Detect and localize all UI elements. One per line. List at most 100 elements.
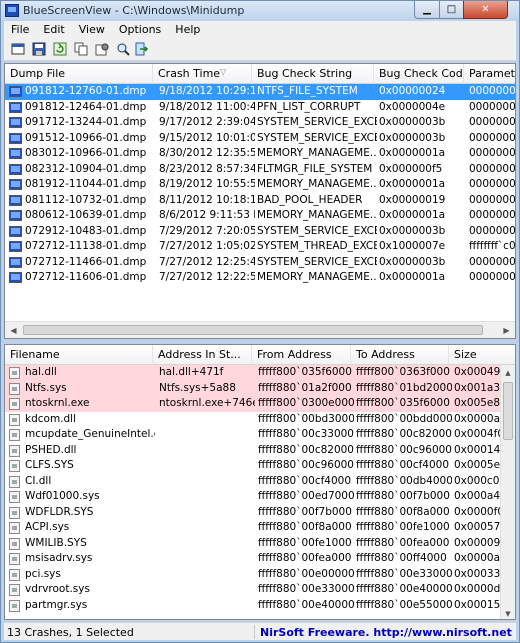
minimize-button[interactable]: ▁ — [414, 1, 440, 19]
col-bug-check-string[interactable]: Bug Check String — [252, 64, 374, 84]
driver-list[interactable]: Filename Address In St... From Address T… — [4, 344, 516, 620]
crash-count-status: 13 Crashes, 1 Selected — [7, 626, 134, 639]
dump-file-cell: 082312-10904-01.dmp — [25, 162, 147, 175]
driver-row[interactable]: pci.sys fffff880`00e00000 fffff880`00e3300… — [5, 567, 515, 583]
size-cell: 0x00049000 — [454, 366, 502, 378]
crash-row[interactable]: 091812-12464-01.dmp 9/18/2012 11:00:45...… — [5, 100, 515, 116]
find-button[interactable] — [115, 41, 131, 57]
crash-list-hscroll[interactable]: ◀ ▶ — [5, 321, 515, 338]
menu-options[interactable]: Options — [112, 23, 168, 36]
col-size[interactable]: Size — [449, 345, 501, 365]
bug-check-string-cell: MEMORY_MANAGEME... — [257, 209, 377, 221]
crash-time-cell: 8/6/2012 9:11:53 PM — [159, 209, 255, 221]
filename-cell: vdrvroot.sys — [25, 583, 90, 595]
driver-list-vscroll[interactable]: ▲ ▼ — [500, 365, 515, 619]
col-from-address[interactable]: From Address — [252, 345, 351, 365]
driver-row[interactable]: kdcom.dll fffff800`00bd3000 fffff800`00bdd… — [5, 412, 515, 428]
driver-list-vscroll-thumb[interactable] — [503, 382, 513, 440]
crash-rows: 091812-12760-01.dmp 9/18/2012 10:29:11...… — [5, 84, 515, 286]
crash-row[interactable]: 091712-13244-01.dmp 9/17/2012 2:39:04 ...… — [5, 115, 515, 131]
address-in-stack-cell — [159, 567, 255, 583]
crash-row[interactable]: 083012-10966-01.dmp 8/30/2012 12:35:51...… — [5, 146, 515, 162]
scroll-left-icon[interactable]: ◀ — [5, 322, 22, 338]
crash-list-hscroll-thumb[interactable] — [23, 325, 483, 335]
driver-row[interactable]: Wdf01000.sys fffff880`00ed7000 fffff880`00… — [5, 489, 515, 505]
crash-row[interactable]: 081912-11044-01.dmp 8/19/2012 10:55:59...… — [5, 177, 515, 193]
driver-file-icon — [9, 506, 20, 519]
menu-edit[interactable]: Edit — [36, 23, 71, 36]
crash-row[interactable]: 072712-11466-01.dmp 7/27/2012 12:25:49...… — [5, 255, 515, 271]
driver-row[interactable]: vdrvroot.sys fffff880`00e33000 fffff880`00… — [5, 582, 515, 598]
crash-row[interactable]: 072912-10483-01.dmp 7/29/2012 7:20:05 ...… — [5, 224, 515, 240]
crash-time-cell: 7/27/2012 12:25:49... — [159, 255, 255, 268]
properties-button[interactable] — [10, 41, 26, 57]
crash-list[interactable]: Dump File Crash Time ▽ Bug Check String … — [4, 63, 516, 339]
crash-row[interactable]: 091512-10966-01.dmp 9/15/2012 10:01:08...… — [5, 131, 515, 147]
col-dump-file[interactable]: Dump File — [5, 64, 153, 84]
driver-row[interactable]: mcupdate_GenuineIntel.dll fffff880`00c330… — [5, 427, 515, 443]
scroll-down-icon[interactable]: ▼ — [501, 606, 515, 619]
menu-view[interactable]: View — [72, 23, 112, 36]
to-address-cell: fffff880`00c96000 — [356, 443, 452, 456]
refresh-button[interactable] — [52, 41, 68, 57]
options-button[interactable] — [94, 41, 110, 57]
crash-row[interactable]: 072712-11138-01.dmp 7/27/2012 1:05:02 ...… — [5, 239, 515, 255]
dump-file-icon — [9, 86, 22, 97]
nirsoft-link[interactable]: NirSoft Freeware. http://www.nirsoft.net — [260, 626, 512, 639]
filename-cell: hal.dll — [25, 366, 57, 378]
options-icon — [95, 43, 109, 56]
app-window: BlueScreenView - C:\Windows\Minidump ▁ □… — [0, 0, 520, 643]
col-address-in-stack[interactable]: Address In St... — [153, 345, 252, 365]
col-bug-check-code[interactable]: Bug Check Code — [374, 64, 464, 84]
driver-row[interactable]: CI.dll fffff880`00cf4000 fffff880`00db4000… — [5, 474, 515, 490]
size-cell: 0x00014000 — [454, 443, 502, 456]
col-crash-time[interactable]: Crash Time — [153, 64, 252, 84]
driver-row[interactable]: hal.dll hal.dll+471f fffff800`035f6000 ffff… — [5, 365, 515, 381]
menu-file[interactable]: File — [4, 23, 36, 36]
driver-row[interactable]: CLFS.SYS fffff880`00c96000 fffff880`00cf40… — [5, 458, 515, 474]
copy-button[interactable] — [73, 41, 89, 57]
size-cell: 0x0000a000 — [454, 412, 502, 425]
col-to-address[interactable]: To Address — [351, 345, 449, 365]
scroll-right-icon[interactable]: ▶ — [498, 322, 515, 338]
to-address-cell: fffff800`035f6000 — [356, 397, 450, 409]
address-in-stack-cell — [159, 427, 255, 443]
crash-row[interactable]: 081112-10732-01.dmp 8/11/2012 10:18:10...… — [5, 193, 515, 209]
save-button[interactable] — [31, 41, 47, 57]
driver-file-icon — [9, 522, 20, 534]
crash-time-cell: 9/17/2012 2:39:04 ... — [159, 116, 255, 128]
scroll-up-icon[interactable]: ▲ — [501, 365, 515, 380]
size-cell: 0x0005e000 — [454, 459, 502, 471]
filename-cell: CI.dll — [25, 474, 52, 487]
driver-row[interactable]: msisadrv.sys fffff880`00fea000 fffff880`00… — [5, 551, 515, 567]
driver-row[interactable]: WMILIB.SYS fffff880`00fe1000 fffff880`00fe… — [5, 536, 515, 552]
close-button[interactable]: ✕ — [463, 1, 508, 19]
exit-button[interactable] — [133, 41, 149, 57]
col-filename[interactable]: Filename — [5, 345, 153, 365]
properties-icon — [11, 43, 25, 55]
maximize-button[interactable]: □ — [439, 1, 464, 19]
driver-row[interactable]: WDFLDR.SYS fffff880`00f7b000 fffff880`00f8… — [5, 505, 515, 521]
crash-time-cell: 8/30/2012 12:35:51... — [159, 147, 255, 159]
bug-check-string-cell: MEMORY_MANAGEME... — [257, 271, 377, 283]
menu-help[interactable]: Help — [168, 23, 207, 36]
driver-row[interactable]: ACPI.sys fffff880`00f8a000 fffff880`00fe10… — [5, 520, 515, 536]
crash-time-cell: 7/27/2012 1:05:02 ... — [159, 240, 255, 252]
status-bar: 13 Crashes, 1 Selected NirSoft Freeware.… — [4, 622, 516, 640]
driver-row[interactable]: partmgr.sys fffff880`00e40000 fffff880`00e… — [5, 598, 515, 614]
driver-row[interactable]: ntoskrnl.exe ntoskrnl.exe+746e6 fffff800`0… — [5, 396, 515, 412]
parameter-cell: 00000000`0 — [469, 100, 516, 113]
crash-time-cell: 9/15/2012 10:01:08... — [159, 131, 255, 144]
title-bar[interactable]: BlueScreenView - C:\Windows\Minidump ▁ □… — [1, 1, 519, 21]
driver-row[interactable]: Ntfs.sys Ntfs.sys+5a88 fffff880`01a2f000 ff… — [5, 380, 515, 396]
dump-file-icon — [9, 225, 22, 237]
crash-row[interactable]: 091812-12760-01.dmp 9/18/2012 10:29:11...… — [5, 84, 515, 100]
parameter-cell: 00000000`c — [469, 131, 516, 144]
to-address-cell: fffff880`00db4000 — [356, 474, 452, 487]
crash-row[interactable]: 082312-10904-01.dmp 8/23/2012 8:57:34 ...… — [5, 162, 515, 178]
crash-row[interactable]: 072712-11606-01.dmp 7/27/2012 12:22:59...… — [5, 270, 515, 286]
driver-row[interactable]: PSHED.dll fffff880`00c82000 fffff880`00c96… — [5, 443, 515, 459]
col-parameter[interactable]: Parameter — [464, 64, 515, 84]
parameter-cell: 00000000`0 — [469, 193, 516, 206]
crash-row[interactable]: 080612-10639-01.dmp 8/6/2012 9:11:53 PMME… — [5, 208, 515, 224]
